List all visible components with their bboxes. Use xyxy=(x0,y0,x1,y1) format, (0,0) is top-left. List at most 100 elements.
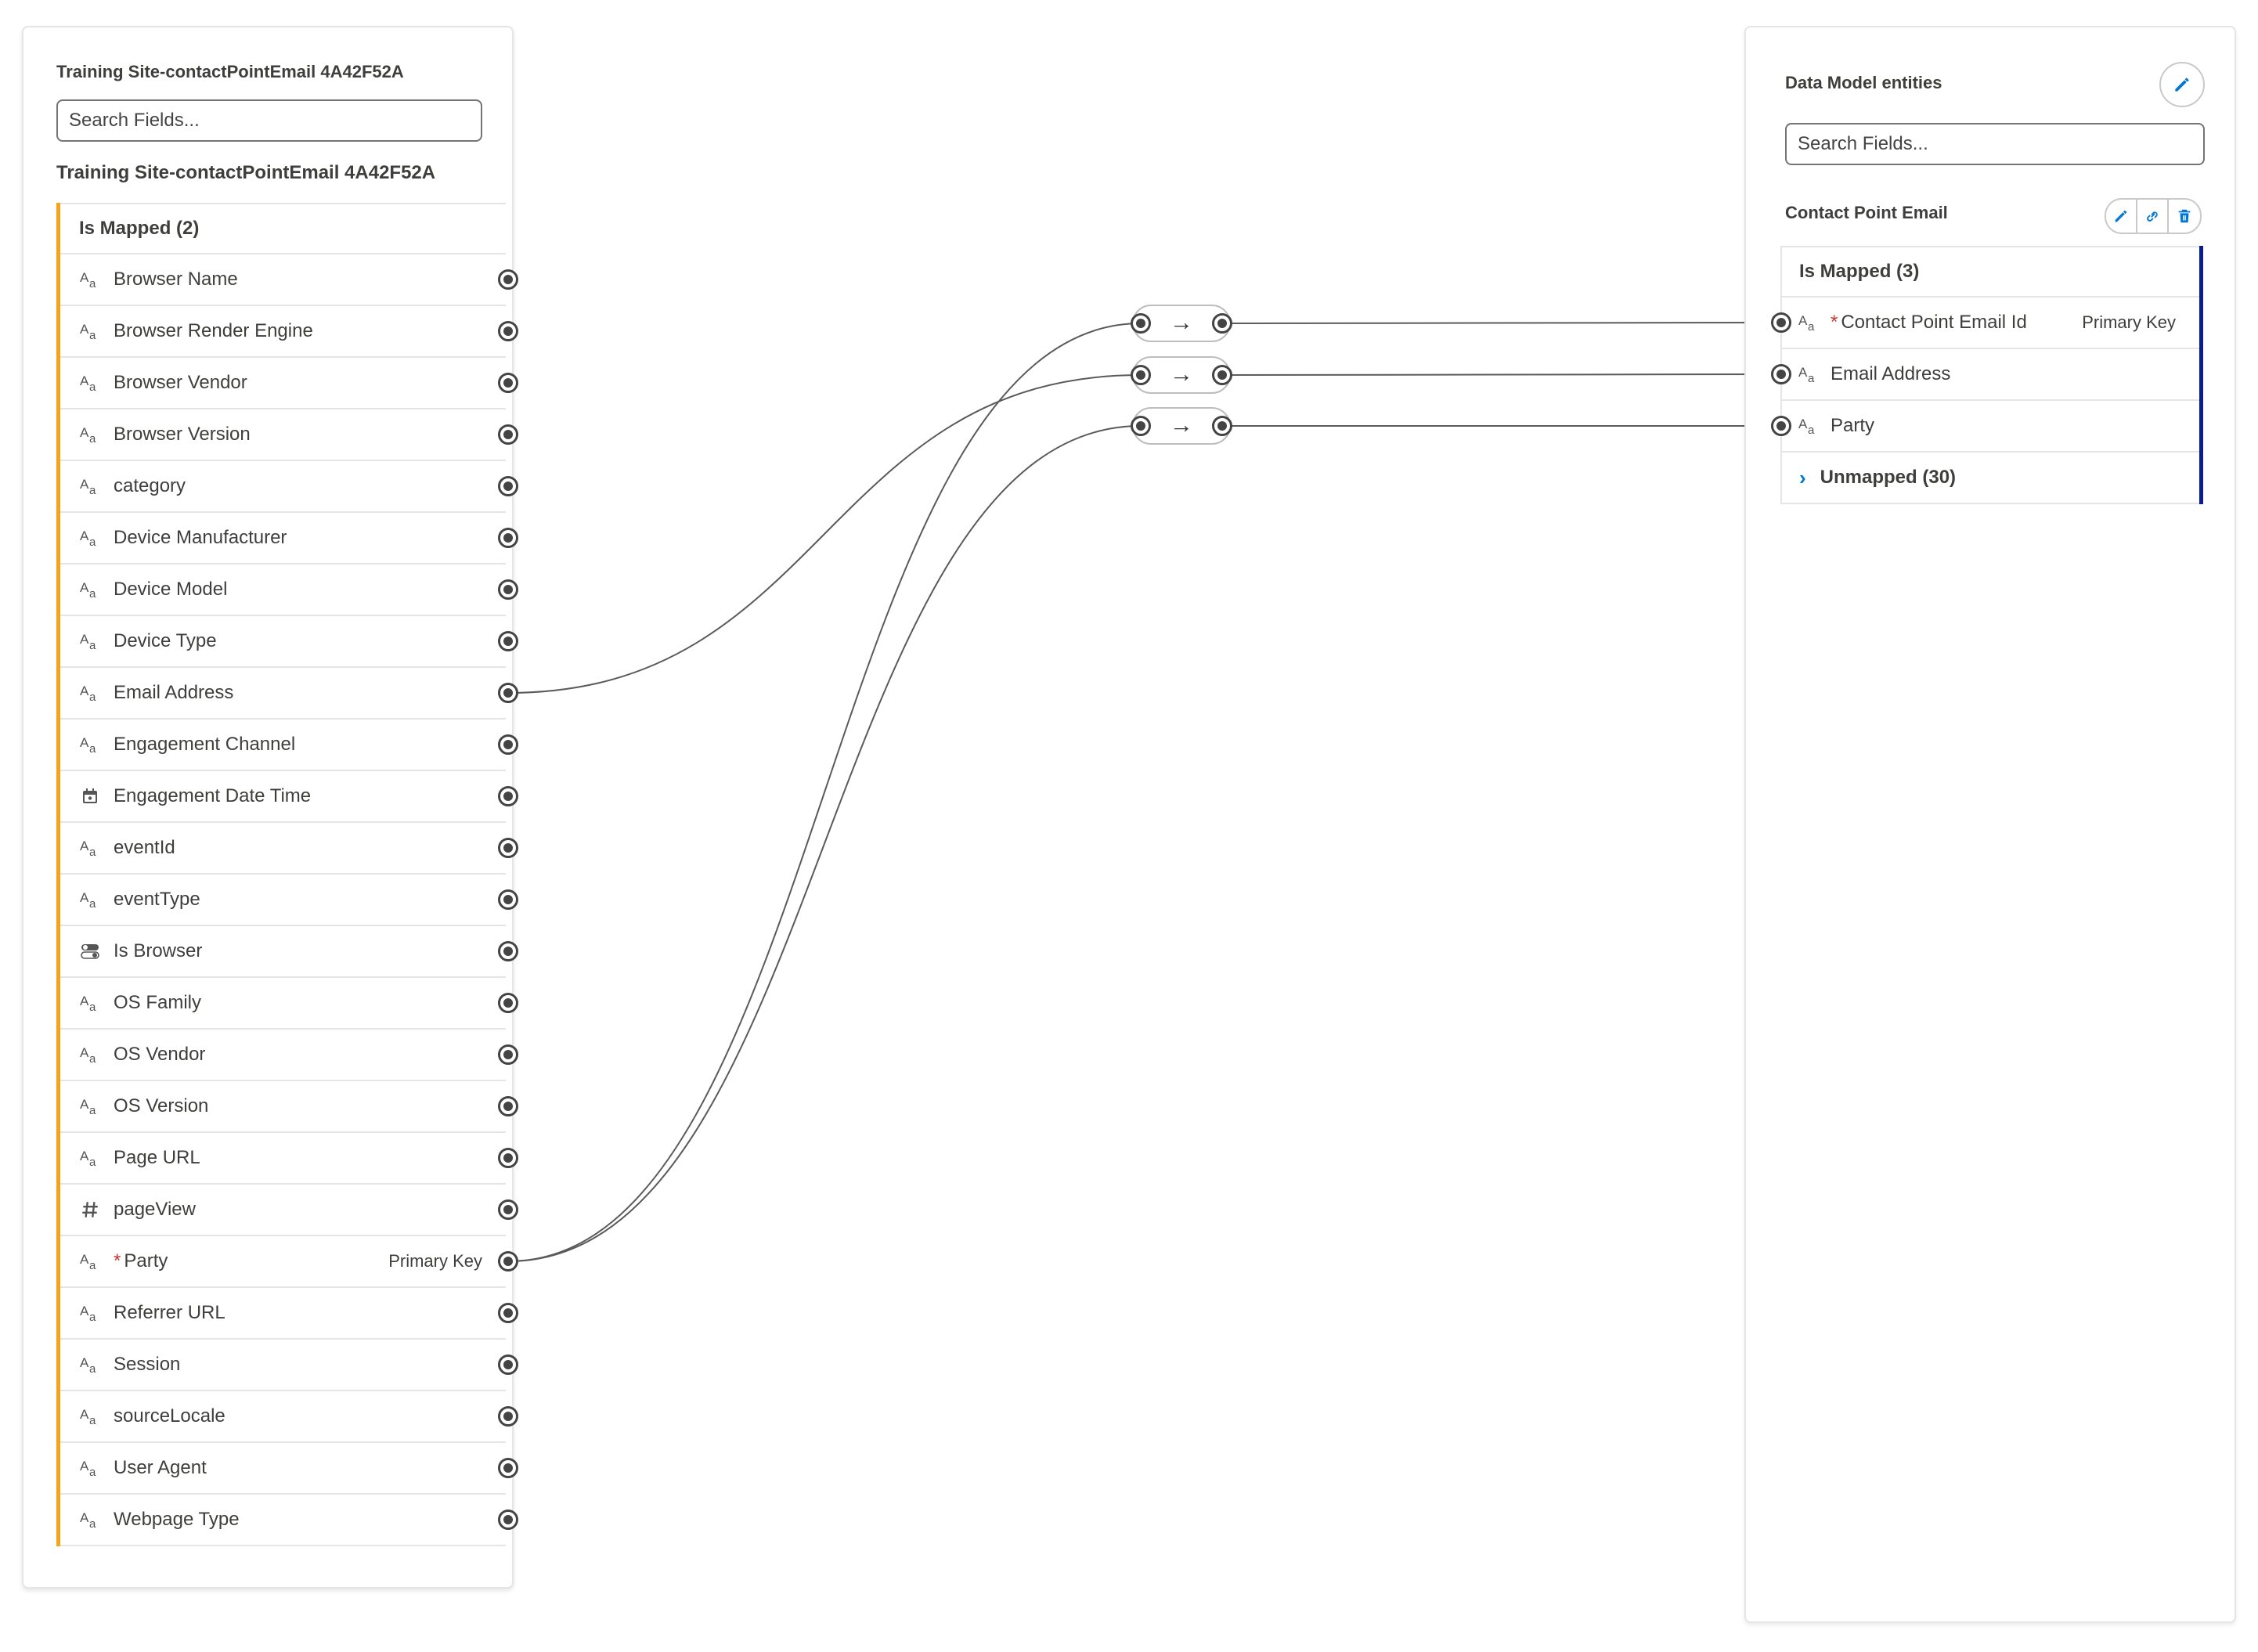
connector-output-handle[interactable] xyxy=(1212,365,1232,385)
source-field-row[interactable]: Aa sourceLocale xyxy=(60,1391,518,1443)
source-field-handle[interactable] xyxy=(498,1044,518,1065)
target-field-handle[interactable] xyxy=(1771,312,1791,333)
mapping-connector[interactable]: → xyxy=(1131,356,1232,394)
svg-text:A: A xyxy=(80,1304,89,1318)
connector-output-handle[interactable] xyxy=(1212,313,1232,334)
connector-input-handle[interactable] xyxy=(1131,365,1151,385)
source-field-row[interactable]: Aa OS Vendor xyxy=(60,1030,518,1081)
delete-entity-button[interactable] xyxy=(2169,200,2200,233)
source-field-handle[interactable] xyxy=(498,1096,518,1116)
target-field-handle[interactable] xyxy=(1771,416,1791,436)
svg-text:A: A xyxy=(80,1149,89,1163)
svg-text:A: A xyxy=(80,1510,89,1525)
mapping-connector[interactable]: → xyxy=(1131,305,1232,342)
target-field-row[interactable]: Aa Email Address xyxy=(1771,349,2199,401)
source-field-row[interactable]: Aa Webpage Type xyxy=(60,1495,518,1546)
target-field-row[interactable]: Aa Party xyxy=(1771,401,2199,453)
svg-text:A: A xyxy=(1798,417,1808,431)
source-field-row[interactable]: Aa Engagement Channel xyxy=(60,720,518,771)
source-search-input[interactable] xyxy=(56,99,482,142)
source-field-row[interactable]: Aa Email Address xyxy=(60,668,518,720)
source-field-row[interactable]: Aa Page URL xyxy=(60,1133,518,1185)
source-field-handle[interactable] xyxy=(498,269,518,290)
target-search-input[interactable] xyxy=(1785,123,2205,165)
link-icon xyxy=(2147,211,2158,222)
text-type-icon: Aa xyxy=(79,527,101,549)
source-field-handle[interactable] xyxy=(498,941,518,961)
text-type-icon: Aa xyxy=(79,1457,101,1479)
source-field-handle[interactable] xyxy=(498,734,518,755)
source-field-row[interactable]: Aa OS Family xyxy=(60,978,518,1030)
source-field-row[interactable]: Aa Session xyxy=(60,1340,518,1391)
svg-text:a: a xyxy=(89,897,96,910)
source-field-handle[interactable] xyxy=(498,373,518,393)
source-field-row[interactable]: Aa eventId xyxy=(60,823,518,875)
source-field-row[interactable]: Is Browser xyxy=(60,926,518,978)
svg-text:a: a xyxy=(89,846,96,858)
source-field-label: Device Manufacturer xyxy=(114,527,287,548)
source-field-row[interactable]: Aa category xyxy=(60,461,518,513)
connector-input-handle[interactable] xyxy=(1131,313,1151,334)
source-field-row[interactable]: Aa * Party Primary Key xyxy=(60,1236,518,1288)
source-field-row[interactable]: Aa Browser Version xyxy=(60,409,518,461)
svg-text:a: a xyxy=(1808,372,1815,384)
source-field-label: Browser Vendor xyxy=(114,372,247,393)
svg-text:a: a xyxy=(89,1466,96,1478)
svg-text:A: A xyxy=(1798,365,1808,380)
source-field-handle[interactable] xyxy=(498,321,518,341)
link-entity-button[interactable] xyxy=(2137,200,2169,233)
source-field-handle[interactable] xyxy=(498,683,518,703)
edit-entity-button[interactable] xyxy=(2106,200,2137,233)
source-field-row[interactable]: Aa eventType xyxy=(60,875,518,926)
target-group-header[interactable]: Is Mapped (3) xyxy=(1780,246,2199,298)
svg-text:A: A xyxy=(80,270,89,285)
target-field-handle[interactable] xyxy=(1771,364,1791,384)
connector-input-handle[interactable] xyxy=(1131,416,1151,436)
source-field-handle[interactable] xyxy=(498,838,518,858)
primary-key-badge: Primary Key xyxy=(388,1251,482,1271)
source-field-handle[interactable] xyxy=(498,1148,518,1168)
svg-text:A: A xyxy=(80,1097,89,1112)
edit-entities-button[interactable] xyxy=(2159,62,2205,107)
source-field-row[interactable]: Aa Device Type xyxy=(60,616,518,668)
source-field-row[interactable]: pageView xyxy=(60,1185,518,1236)
source-field-row[interactable]: Aa User Agent xyxy=(60,1443,518,1495)
mapping-connector[interactable]: → xyxy=(1131,407,1232,445)
source-field-handle[interactable] xyxy=(498,993,518,1013)
source-field-row[interactable]: Aa Referrer URL xyxy=(60,1288,518,1340)
source-field-handle[interactable] xyxy=(498,1251,518,1271)
source-group-header[interactable]: Is Mapped (2) xyxy=(60,203,506,254)
source-field-label: eventId xyxy=(114,837,175,858)
source-field-row[interactable]: Engagement Date Time xyxy=(60,771,518,823)
svg-text:a: a xyxy=(89,1311,96,1323)
source-field-row[interactable]: Aa Device Manufacturer xyxy=(60,513,518,564)
target-field-row[interactable]: Aa * Contact Point Email Id Primary Key xyxy=(1771,298,2199,349)
source-field-handle[interactable] xyxy=(498,1199,518,1220)
source-field-handle[interactable] xyxy=(498,1458,518,1478)
source-field-row[interactable]: Aa Browser Name xyxy=(60,254,518,306)
source-field-handle[interactable] xyxy=(498,786,518,806)
svg-text:a: a xyxy=(89,1517,96,1530)
source-field-handle[interactable] xyxy=(498,1354,518,1375)
unmapped-label: Unmapped (30) xyxy=(1820,467,1957,488)
source-field-handle[interactable] xyxy=(498,1406,518,1427)
source-field-row[interactable]: Aa Browser Vendor xyxy=(60,358,518,409)
source-field-handle[interactable] xyxy=(498,1303,518,1323)
svg-text:A: A xyxy=(80,735,89,750)
source-field-handle[interactable] xyxy=(498,1510,518,1530)
source-field-handle[interactable] xyxy=(498,424,518,445)
source-field-row[interactable]: Aa OS Version xyxy=(60,1081,518,1133)
source-field-label: category xyxy=(114,475,186,496)
source-field-handle[interactable] xyxy=(498,476,518,496)
source-field-row[interactable]: Aa Browser Render Engine xyxy=(60,306,518,358)
source-field-handle[interactable] xyxy=(498,889,518,910)
source-field-handle[interactable] xyxy=(498,528,518,548)
target-field-list: Is Mapped (3) Aa * Contact Point Email Id P… xyxy=(1771,246,2203,504)
source-field-row[interactable]: Aa Device Model xyxy=(60,564,518,616)
source-field-handle[interactable] xyxy=(498,631,518,651)
source-field-handle[interactable] xyxy=(498,579,518,600)
connector-output-handle[interactable] xyxy=(1212,416,1232,436)
source-field-label: Device Model xyxy=(114,579,228,600)
unmapped-group-toggle[interactable]: › Unmapped (30) xyxy=(1780,453,2199,504)
svg-text:a: a xyxy=(89,1001,96,1013)
